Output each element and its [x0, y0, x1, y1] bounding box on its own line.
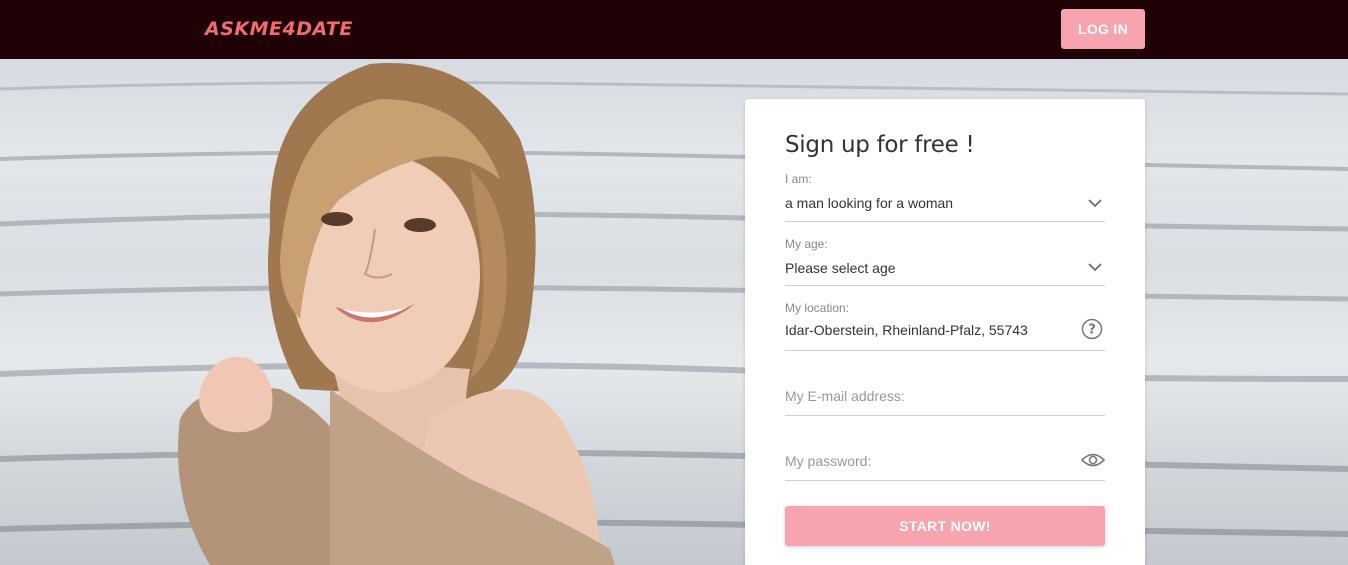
password-placeholder: My password: — [785, 453, 872, 469]
svg-text:?: ? — [1088, 323, 1096, 338]
signup-card: Sign up for free ! I am: a man looking f… — [745, 99, 1145, 565]
gender-label: I am: — [785, 172, 812, 186]
start-now-button[interactable]: START NOW! — [785, 506, 1105, 546]
age-select[interactable]: My age: Please select age — [785, 236, 1105, 286]
top-bar: ASKME4DATE LOG IN — [0, 0, 1348, 59]
gender-value: a man looking for a woman — [785, 195, 954, 211]
login-button[interactable]: LOG IN — [1061, 9, 1145, 49]
site-logo[interactable]: ASKME4DATE — [205, 18, 353, 40]
gender-select[interactable]: I am: a man looking for a woman — [785, 171, 1105, 222]
location-value: Idar-Oberstein, Rheinland-Pfalz, 55743 — [785, 322, 1028, 338]
help-icon[interactable]: ? — [1081, 318, 1103, 340]
email-placeholder: My E-mail address: — [785, 388, 905, 404]
eye-icon[interactable] — [1081, 451, 1105, 469]
chevron-down-icon — [1088, 263, 1102, 272]
age-label: My age: — [785, 237, 828, 251]
email-field[interactable]: My E-mail address: — [785, 379, 1105, 416]
age-value: Please select age — [785, 260, 896, 276]
location-field[interactable]: My location: Idar-Oberstein, Rheinland-P… — [785, 300, 1105, 351]
chevron-down-icon — [1088, 199, 1102, 208]
hero-background-photo — [0, 59, 1348, 565]
hero-photo-illustration — [0, 62, 1348, 565]
location-label: My location: — [785, 301, 850, 315]
signup-title: Sign up for free ! — [785, 132, 975, 158]
password-field[interactable]: My password: — [785, 443, 1105, 481]
